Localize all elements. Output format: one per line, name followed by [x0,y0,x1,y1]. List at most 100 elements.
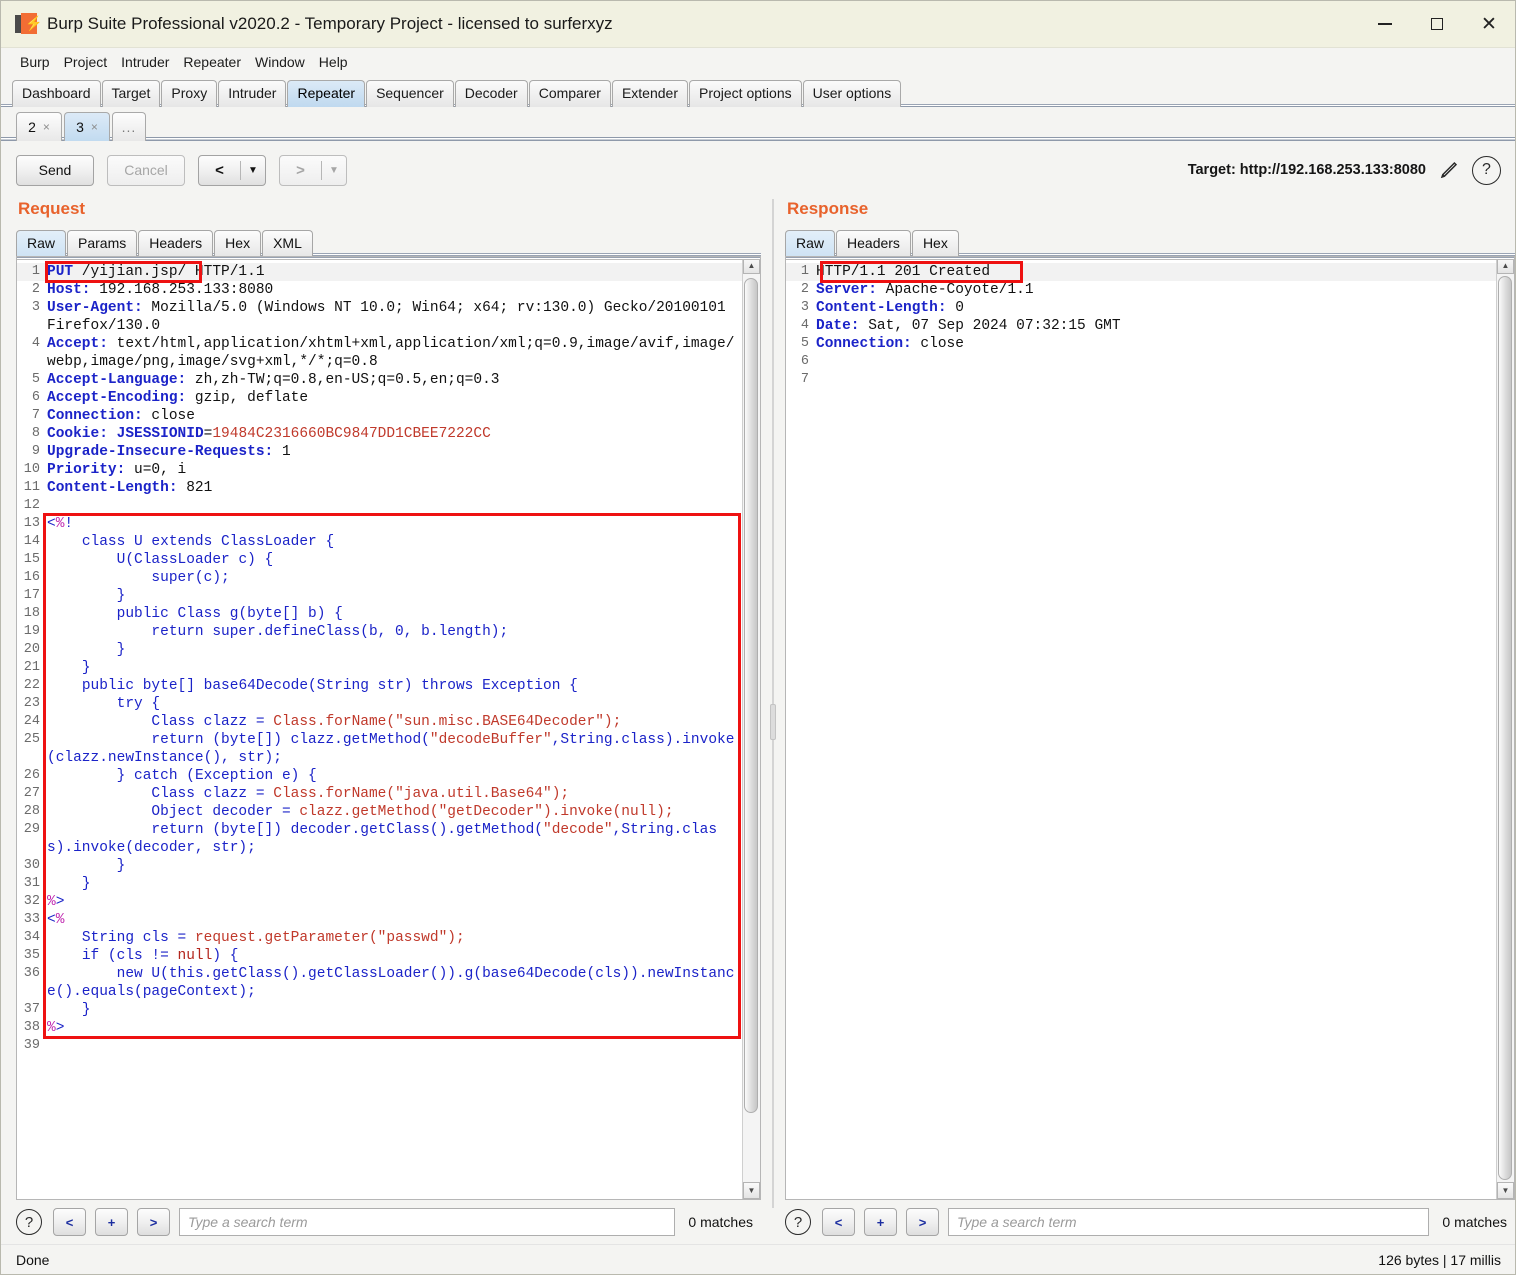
forward-button[interactable]: > ▼ [279,154,347,186]
scroll-thumb[interactable] [1498,276,1512,1180]
maximize-icon[interactable] [1411,1,1463,48]
find-add-button[interactable]: + [95,1208,128,1236]
line-text: public Class g(byte[] b) { [47,606,343,622]
tab-target[interactable]: Target [101,80,161,107]
menu-intruder[interactable]: Intruder [114,52,176,72]
panel-splitter[interactable] [761,199,785,1244]
code-line: 19 return super.defineClass(b, 0, b.leng… [17,623,742,641]
line-number: 3 [31,300,40,315]
send-button[interactable]: Send [16,154,94,186]
tab-comparer[interactable]: Comparer [528,80,611,107]
scroll-down-icon[interactable]: ▼ [1497,1182,1514,1199]
line-text: try { [47,696,161,712]
line-number: 17 [23,588,40,603]
repeater-tab-new[interactable]: ... [112,112,146,141]
minimize-icon[interactable] [1359,1,1411,48]
tab-user-options[interactable]: User options [802,80,902,107]
chevron-right-icon: > [296,161,305,179]
editor-top-rule [786,257,1514,260]
scroll-down-icon[interactable]: ▼ [743,1182,760,1199]
line-text: class U extends ClassLoader { [47,534,335,550]
code-line: 31 } [17,875,742,893]
find-prev-button[interactable]: < [822,1208,855,1236]
code-line: 3 User-Agent: Mozilla/5.0 (Windows NT 10.… [17,299,742,335]
response-tab-hex[interactable]: Hex [911,230,959,256]
line-number: 22 [23,678,40,693]
find-prev-button[interactable]: < [53,1208,86,1236]
repeater-tab-3[interactable]: 3 × [64,112,110,141]
window-title: Burp Suite Professional v2020.2 - Tempor… [47,14,613,33]
line-number: 29 [23,822,40,837]
chevron-down-icon[interactable]: ▼ [241,165,265,176]
line-text: PUT /yijian.jsp/ HTTP/1.1 [47,263,742,281]
tab-project-options[interactable]: Project options [689,80,802,107]
tab-proxy[interactable]: Proxy [161,80,218,107]
request-match-count: 0 matches [688,1214,753,1230]
request-tab-params[interactable]: Params [67,230,138,256]
back-button[interactable]: < ▼ [198,154,266,186]
request-tab-hex[interactable]: Hex [214,230,262,256]
target-url-label: Target: http://192.168.253.133:8080 [1187,162,1426,178]
splitter-grip[interactable] [770,703,776,740]
line-text: return (byte[]) decoder.getClass().getMe… [47,822,718,856]
request-search-input[interactable]: Type a search term [179,1208,676,1236]
scroll-track[interactable] [1497,274,1514,1182]
menu-window[interactable]: Window [248,52,312,72]
pencil-edit-icon[interactable] [1436,157,1462,183]
request-raw-text[interactable]: 1 PUT /yijian.jsp/ HTTP/1.1 2 Host: 192.168… [17,257,742,1199]
menu-burp[interactable]: Burp [13,52,57,72]
chevron-down-icon[interactable]: ▼ [322,165,346,176]
request-tab-xml[interactable]: XML [262,230,313,256]
menu-help[interactable]: Help [312,52,355,72]
code-line: 6 Accept-Encoding: gzip, deflate [17,389,742,407]
close-icon[interactable]: ✕ [1463,1,1515,48]
close-icon[interactable]: × [91,120,98,134]
tab-sequencer[interactable]: Sequencer [366,80,454,107]
request-editor[interactable]: 1 PUT /yijian.jsp/ HTTP/1.1 2 Host: 192.168… [16,256,761,1200]
code-line: 27 Class clazz = Class.forName("java.uti… [17,785,742,803]
tab-intruder[interactable]: Intruder [218,80,287,107]
find-next-button[interactable]: > [906,1208,939,1236]
cancel-button[interactable]: Cancel [107,154,185,186]
code-line: 39 [17,1037,742,1055]
request-scrollbar[interactable]: ▲ ▼ [742,257,760,1199]
repeater-tab-2[interactable]: 2 × [16,112,62,141]
help-question-icon[interactable]: ? [1472,155,1501,185]
line-number: 5 [800,336,809,351]
tab-extender[interactable]: Extender [611,80,688,107]
code-line: 37 } [17,1001,742,1019]
editor-top-rule [17,257,760,260]
line-number: 30 [23,858,40,873]
code-line: 30 } [17,857,742,875]
scroll-track[interactable] [743,274,760,1182]
menu-repeater[interactable]: Repeater [176,52,248,72]
line-text: } catch (Exception e) { [47,768,317,784]
line-text: Connection: close [816,336,964,352]
response-raw-text[interactable]: 1 HTTP/1.1 201 Created 2 Server: Apache-Coy… [786,257,1496,1199]
chevron-left-icon: < [215,161,224,179]
response-tab-headers[interactable]: Headers [836,230,911,256]
response-scrollbar[interactable]: ▲ ▼ [1496,257,1514,1199]
line-text: %> [47,1020,65,1036]
help-question-icon[interactable]: ? [16,1209,42,1235]
menu-project[interactable]: Project [57,52,115,72]
tab-decoder[interactable]: Decoder [454,80,528,107]
line-number: 16 [23,570,40,585]
scroll-thumb[interactable] [744,278,758,1113]
find-add-button[interactable]: + [864,1208,897,1236]
code-line: 9 Upgrade-Insecure-Requests: 1 [17,443,742,461]
find-next-button[interactable]: > [137,1208,170,1236]
response-tab-raw[interactable]: Raw [785,230,836,256]
close-icon[interactable]: × [43,120,50,134]
tab-repeater[interactable]: Repeater [287,80,366,107]
response-editor[interactable]: 1 HTTP/1.1 201 Created 2 Server: Apache-Coy… [785,256,1515,1200]
help-question-icon[interactable]: ? [785,1209,811,1235]
line-text: Accept: text/html,application/xhtml+xml,… [47,336,735,370]
request-tab-raw[interactable]: Raw [16,230,67,256]
request-tab-headers[interactable]: Headers [138,230,214,256]
code-line: 32 %> [17,893,742,911]
line-number: 4 [800,318,809,333]
tab-dashboard[interactable]: Dashboard [12,80,101,107]
response-subtab-bar: Raw Headers Hex [785,228,1515,256]
response-search-input[interactable]: Type a search term [948,1208,1430,1236]
